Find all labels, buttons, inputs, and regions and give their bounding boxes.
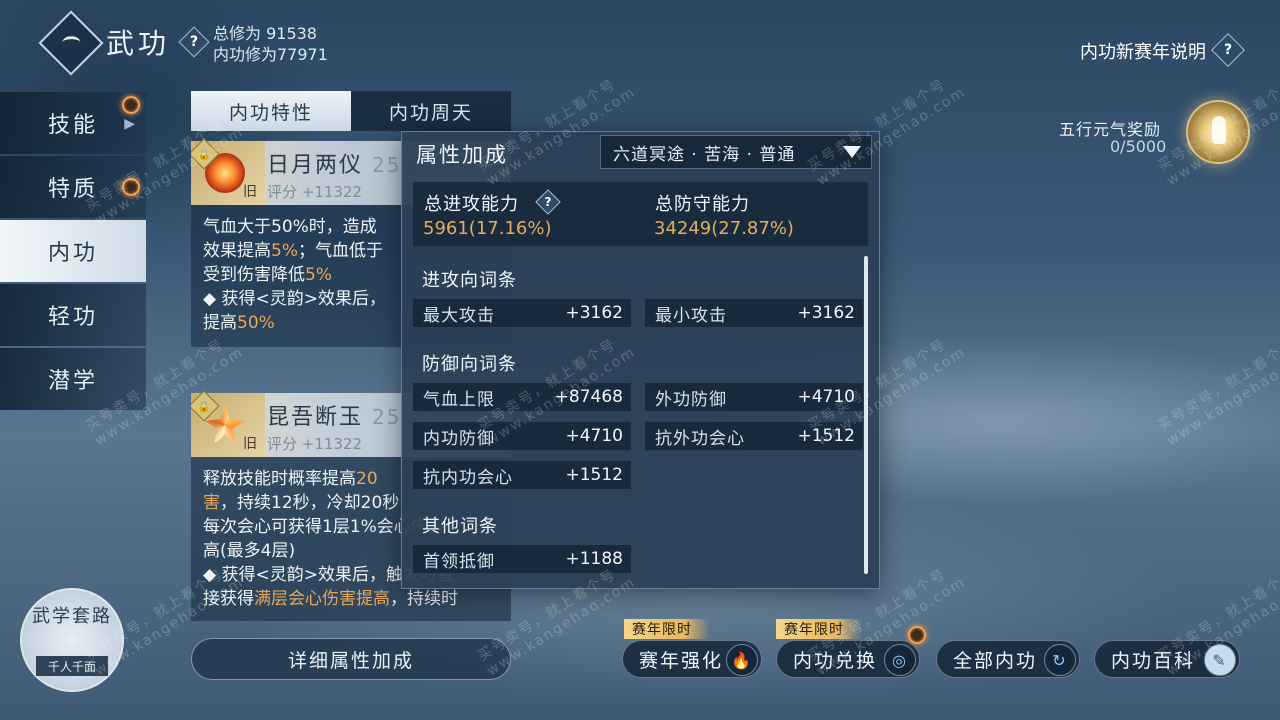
defense-section-title: 防御向词条 — [422, 354, 517, 375]
stat-row: 最大攻击 +3162 — [413, 299, 631, 327]
tab-inner-skill-label: 内功 — [48, 241, 99, 266]
reward-count: 0/5000 — [1110, 137, 1167, 156]
season-enhance-button[interactable]: 赛年强化 🔥 — [622, 640, 762, 678]
other-section-title: 其他词条 — [422, 516, 498, 537]
stat-row: 抗内功会心 +1512 — [413, 461, 631, 489]
watermark: 买号卖号，就上看个号www.kangehao.com — [1155, 336, 1280, 449]
tab-lightness[interactable]: 轻功 — [0, 284, 146, 346]
limited-time-tag: 赛年限时 — [776, 619, 862, 639]
sub-tabs: 内功特性 内功周天 — [191, 91, 511, 131]
skill-name: 日月两仪 25级 — [267, 153, 424, 178]
side-tabs: 技能 ▶ 特质 内功 轻功 潜学 — [0, 92, 146, 412]
tab-latent-label: 潜学 — [48, 369, 99, 394]
tab-traits[interactable]: 特质 — [0, 156, 146, 218]
header: 武功 ? 总修为 91538 内功修为77971 内功新赛年说明 ? — [0, 0, 1280, 80]
total-defense-label: 总防守能力 — [655, 194, 750, 215]
skill-score: 评分 +11322 — [267, 183, 363, 201]
total-attack-label: 总进攻能力 — [424, 194, 519, 215]
season-help-link[interactable]: 内功新赛年说明 — [1080, 38, 1206, 64]
dropdown-value: 六道冥途 · 苦海 · 普通 — [613, 144, 796, 165]
all-inner-skills-button[interactable]: 全部内功 ↻ — [936, 640, 1080, 678]
total-attack-value: 5961(17.16%) — [423, 218, 552, 239]
skill-score: 评分 +11322 — [267, 435, 363, 453]
inner-encyclopedia-label: 内功百科 — [1111, 649, 1196, 672]
tab-latent[interactable]: 潜学 — [0, 348, 146, 410]
stat-row: 抗外功会心 +1512 — [645, 422, 863, 450]
tab-inner-traits[interactable]: 内功特性 — [191, 91, 351, 131]
stat-row: 外功防御 +4710 — [645, 383, 863, 411]
stat-row: 内功防御 +4710 — [413, 422, 631, 450]
total-defense-value: 34249(27.87%) — [654, 218, 794, 239]
inner-exchange-button[interactable]: 内功兑换 ◎ — [776, 640, 920, 678]
season-enhance-label: 赛年强化 — [639, 649, 724, 672]
detail-attributes-button[interactable]: 详细属性加成 — [191, 638, 511, 680]
attack-help-icon[interactable]: ? — [535, 189, 561, 215]
notification-dot-icon — [122, 178, 140, 196]
limited-time-tag: 赛年限时 — [624, 619, 710, 639]
page-title: 武功 — [106, 27, 171, 60]
meditation-reward-icon[interactable] — [1186, 100, 1250, 164]
chevron-right-icon: ▶ — [124, 116, 138, 132]
popup-title: 属性加成 — [416, 143, 508, 167]
exchange-icon: ◎ — [884, 644, 916, 676]
back-logo-icon[interactable] — [38, 10, 104, 76]
skill-name: 昆吾断玉 25级 — [267, 405, 424, 430]
attribute-bonus-popup: 属性加成 六道冥途 · 苦海 · 普通 总进攻能力 ? 5961(17.16%)… — [401, 131, 880, 589]
stat-row: 首领抵御 +1188 — [413, 545, 631, 573]
season-help-icon[interactable]: ? — [1211, 33, 1245, 67]
cultivation-help-icon[interactable]: ? — [178, 26, 210, 58]
old-tag: 旧 — [243, 436, 257, 452]
cycle-icon: ↻ — [1044, 644, 1076, 676]
popup-scrollbar[interactable] — [864, 256, 868, 574]
tab-skills[interactable]: 技能 ▶ — [0, 92, 146, 154]
inner-cultivation: 内功修为77971 — [213, 45, 328, 64]
totals-box: 总进攻能力 ? 5961(17.16%) 总防守能力 34249(27.87%) — [413, 182, 868, 246]
attack-section-title: 进攻向词条 — [422, 270, 517, 291]
difficulty-dropdown[interactable]: 六道冥途 · 苦海 · 普通 — [600, 135, 872, 169]
all-inner-skills-label: 全部内功 — [953, 649, 1038, 672]
tab-traits-label: 特质 — [48, 177, 99, 202]
stat-row: 气血上限 +87468 — [413, 383, 631, 411]
routine-subtitle: 千人千面 — [36, 656, 108, 676]
flame-icon: 🔥 — [726, 644, 758, 676]
tab-inner-cycle[interactable]: 内功周天 — [351, 91, 511, 131]
notification-dot-icon — [908, 626, 926, 644]
scroll-icon: ✎ — [1204, 644, 1236, 676]
inner-exchange-label: 内功兑换 — [793, 649, 878, 672]
tab-lightness-label: 轻功 — [48, 305, 99, 330]
old-tag: 旧 — [243, 184, 257, 200]
martial-routine-button[interactable] — [20, 588, 124, 692]
routine-title: 武学套路 — [32, 606, 112, 627]
notification-dot-icon — [122, 96, 140, 114]
inner-encyclopedia-button[interactable]: 内功百科 ✎ — [1094, 640, 1240, 678]
tab-inner-skill[interactable]: 内功 — [0, 220, 146, 282]
dropdown-arrow-icon — [843, 146, 861, 158]
stat-row: 最小攻击 +3162 — [645, 299, 863, 327]
tab-skills-label: 技能 — [48, 113, 99, 138]
